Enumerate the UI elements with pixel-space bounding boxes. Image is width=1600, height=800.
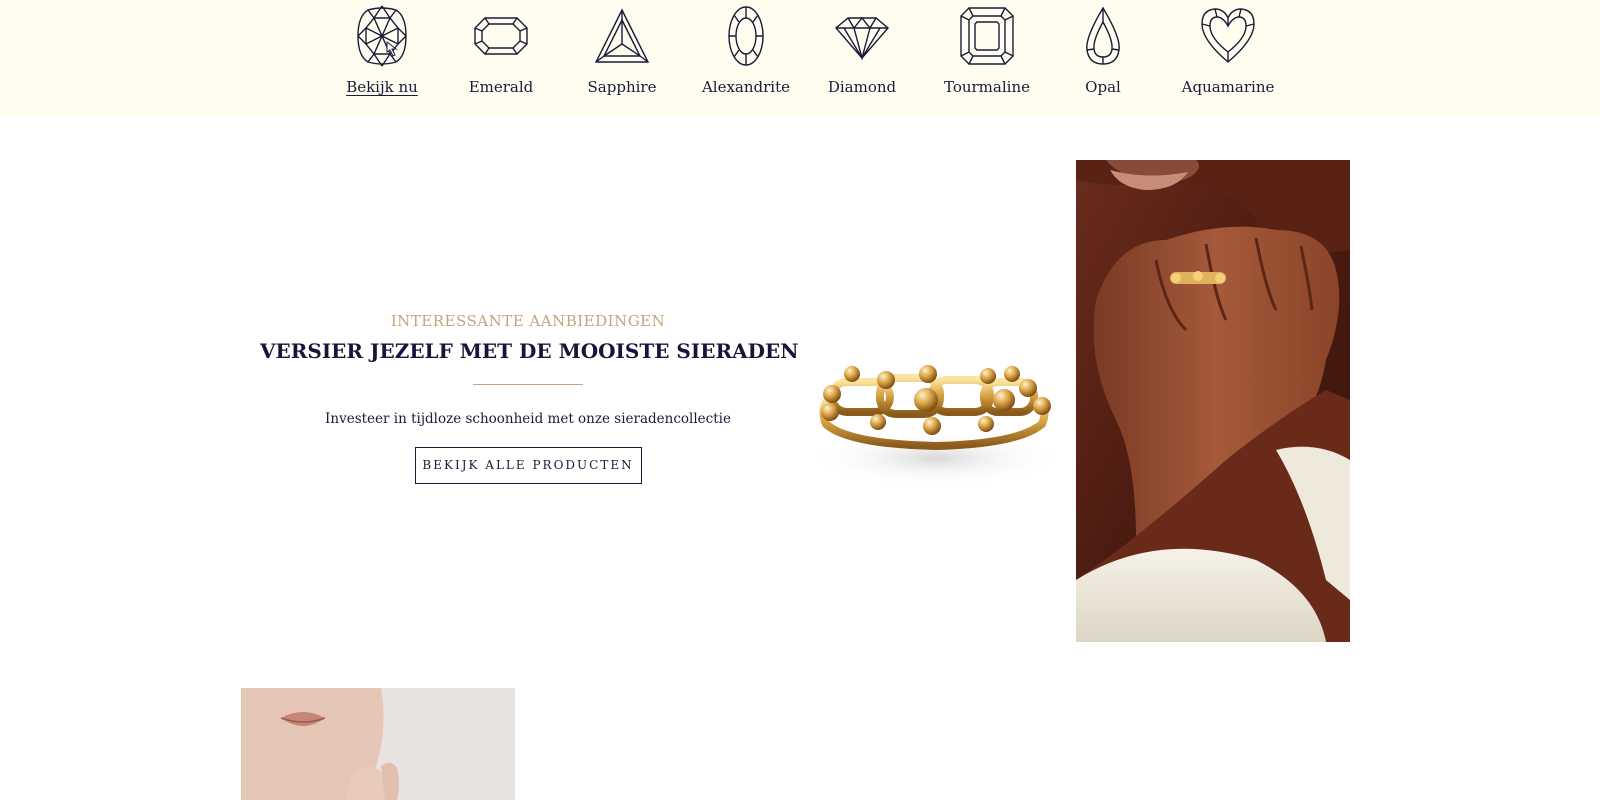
category-opal[interactable]: Opal (1048, 4, 1158, 104)
view-all-products-button[interactable]: BEKIJK ALLE PRODUCTEN (414, 447, 642, 484)
category-label: Diamond (827, 78, 897, 96)
category-label: Bekijk nu (346, 78, 418, 96)
model-portrait-photo (241, 688, 515, 800)
hero-eyebrow: INTERESSANTE AANBIEDINGEN (390, 312, 666, 330)
trillion-cut-icon (594, 8, 650, 63)
gold-link-ring-image (808, 340, 1064, 510)
emerald-cut-icon (474, 17, 528, 55)
category-label: Aquamarine (1181, 78, 1275, 96)
gem-category-bar: Bekijk nu Emerald Sapphire Alexandrite D… (0, 0, 1600, 116)
hero-text-block: INTERESSANTE AANBIEDINGEN VERSIER JEZELF… (260, 310, 799, 484)
category-alexandrite[interactable]: Alexandrite (691, 4, 801, 104)
brilliant-diamond-icon (835, 16, 889, 61)
category-emerald[interactable]: Emerald (446, 4, 556, 104)
category-bekijk-nu[interactable]: Bekijk nu (327, 4, 437, 104)
cushion-gem-icon (357, 5, 407, 67)
oval-cut-icon (728, 6, 764, 66)
hero-headline: VERSIER JEZELF MET DE MOOISTE SIERADEN (260, 339, 799, 363)
category-aquamarine[interactable]: Aquamarine (1173, 4, 1283, 104)
hero-subtext: Investeer in tijdloze schoonheid met onz… (325, 411, 731, 427)
category-sapphire[interactable]: Sapphire (567, 4, 677, 104)
category-diamond[interactable]: Diamond (807, 4, 917, 104)
hand-wearing-ring-photo (1076, 160, 1350, 642)
pear-cut-icon (1086, 6, 1120, 65)
gold-divider (473, 384, 583, 385)
category-label: Opal (1085, 78, 1121, 96)
category-label: Sapphire (587, 78, 657, 96)
heart-cut-icon (1201, 8, 1255, 63)
category-label: Emerald (468, 78, 534, 96)
category-label: Alexandrite (701, 78, 791, 96)
category-tourmaline[interactable]: Tourmaline (932, 4, 1042, 104)
asscher-cut-icon (960, 7, 1014, 65)
category-label: Tourmaline (943, 78, 1030, 96)
